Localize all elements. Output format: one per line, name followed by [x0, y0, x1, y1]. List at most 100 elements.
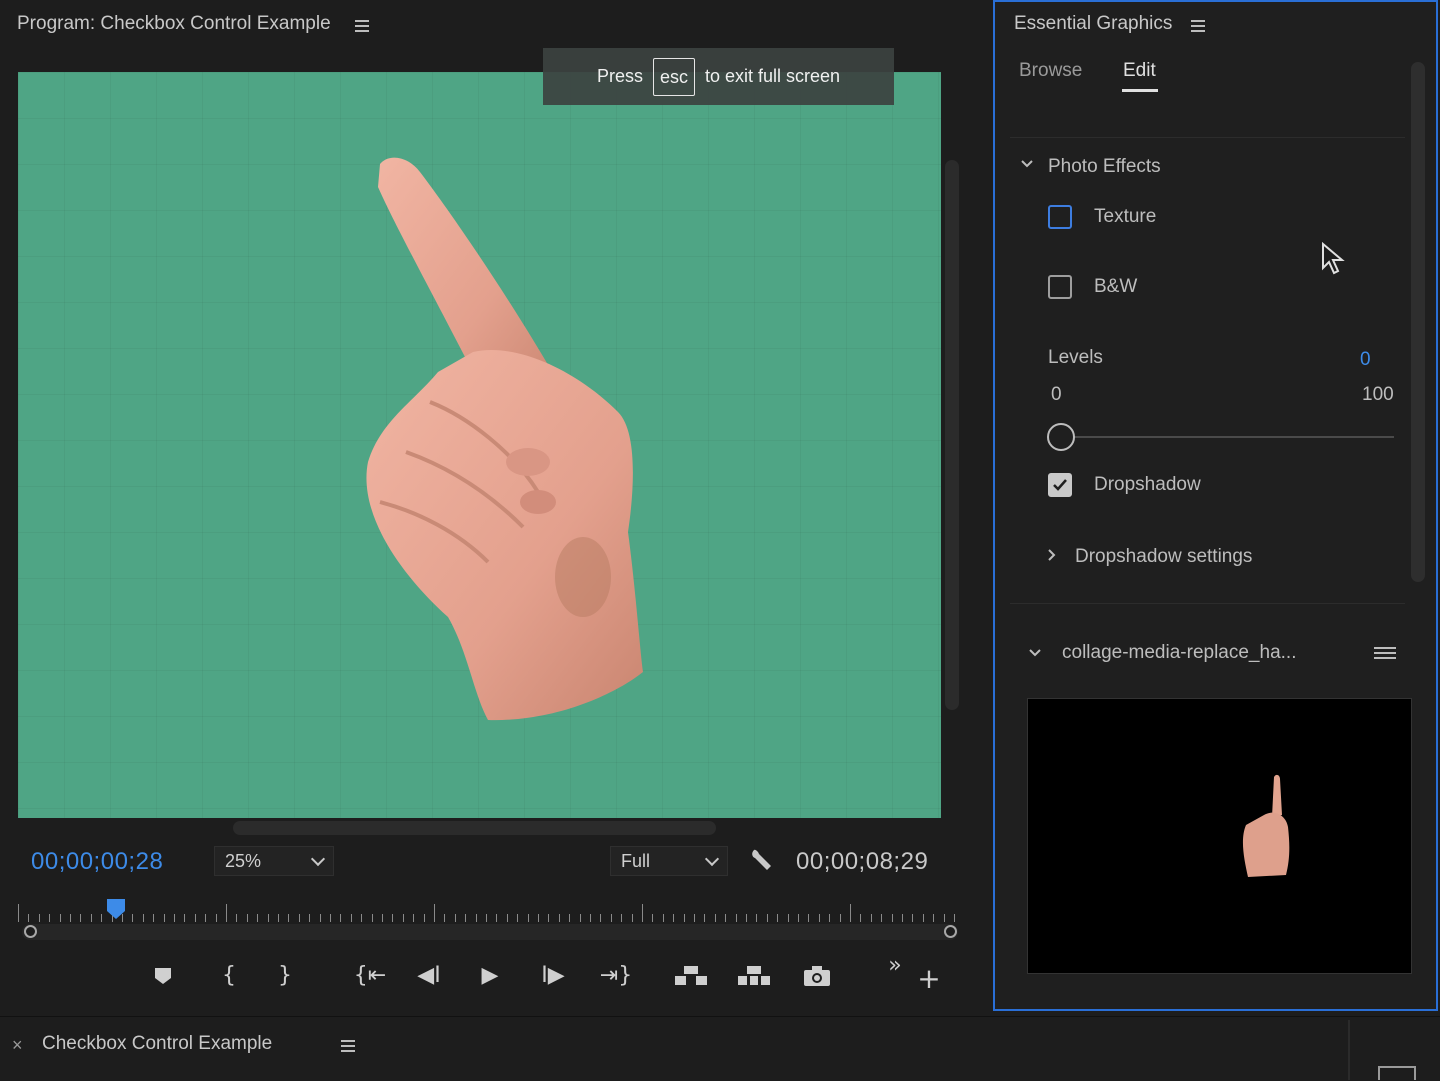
playhead-icon[interactable]: [106, 898, 126, 919]
ruler-tick: [808, 914, 810, 922]
ruler-tick: [434, 904, 435, 922]
bw-checkbox[interactable]: [1048, 275, 1072, 299]
eg-panel-title: Essential Graphics: [1014, 13, 1173, 34]
ruler-tick: [881, 914, 883, 922]
ruler-tick: [371, 914, 373, 922]
ruler-tick: [496, 914, 498, 922]
layer-preview-thumbnail[interactable]: [1027, 698, 1412, 974]
levels-min-label: 0: [1051, 384, 1062, 405]
chevron-right-icon[interactable]: [1046, 548, 1058, 567]
ruler-tick: [423, 914, 425, 922]
ruler-tick: [943, 914, 945, 922]
ruler-tick: [101, 914, 103, 922]
levels-label: Levels: [1048, 347, 1103, 368]
ruler-tick: [746, 914, 747, 922]
ruler-tick: [246, 914, 248, 922]
add-marker-button[interactable]: [146, 959, 180, 993]
tab-browse[interactable]: Browse: [1019, 60, 1082, 82]
levels-slider-track[interactable]: [1060, 436, 1394, 438]
layer-menu-icon[interactable]: [1374, 647, 1397, 659]
zoom-handle-left[interactable]: [24, 925, 37, 938]
go-to-in-button[interactable]: {⇤: [350, 959, 390, 993]
layer-name-label[interactable]: collage-media-replace_ha...: [1062, 642, 1296, 664]
ruler-tick: [548, 914, 550, 922]
program-vertical-scrollbar[interactable]: [945, 160, 959, 710]
texture-label: Texture: [1094, 206, 1157, 227]
program-panel-title: Program: Checkbox Control Example: [17, 13, 331, 34]
ruler-tick: [465, 914, 467, 922]
ruler-tick: [818, 914, 820, 922]
program-panel-menu-icon[interactable]: [355, 20, 369, 32]
mouse-cursor-icon: [1320, 241, 1346, 281]
zoom-dropdown[interactable]: 25%: [214, 846, 334, 876]
current-timecode[interactable]: 00;00;00;28: [31, 848, 163, 876]
ruler-tick: [475, 914, 477, 922]
ruler-tick: [444, 914, 446, 922]
ruler-tick: [288, 914, 290, 922]
more-controls-icon[interactable]: »: [878, 949, 912, 983]
tab-edit[interactable]: Edit: [1123, 60, 1156, 82]
step-back-button[interactable]: ◀I: [412, 959, 446, 993]
levels-value[interactable]: 0: [1360, 349, 1371, 371]
zoom-handle-right[interactable]: [944, 925, 957, 938]
ruler-tick: [642, 904, 643, 922]
texture-checkbox[interactable]: [1048, 205, 1072, 229]
duration-timecode: 00;00;08;29: [796, 848, 929, 875]
ruler-tick: [922, 914, 924, 922]
export-frame-camera-icon[interactable]: [800, 959, 834, 993]
chevron-down-icon[interactable]: [1020, 157, 1033, 169]
lift-button[interactable]: [674, 959, 708, 993]
ruler-tick: [725, 914, 727, 922]
photo-effects-label: Photo Effects: [1048, 156, 1161, 177]
timeline-menu-icon[interactable]: [340, 1040, 355, 1052]
extract-button[interactable]: [737, 959, 771, 993]
eg-vertical-scrollbar[interactable]: [1411, 62, 1425, 582]
button-editor-add-icon[interactable]: +: [912, 962, 946, 996]
settings-wrench-icon[interactable]: [748, 846, 776, 879]
ruler-tick: [205, 914, 207, 922]
ruler-tick: [38, 914, 40, 922]
eg-divider: [1010, 137, 1405, 138]
play-button[interactable]: ▶: [473, 959, 507, 993]
ruler-tick: [787, 914, 789, 922]
ruler-tick: [579, 914, 581, 922]
chevron-down-icon: [704, 851, 720, 867]
ruler-tick: [766, 914, 768, 922]
ruler-tick: [132, 914, 134, 922]
ruler-tick: [673, 914, 675, 922]
mark-out-button[interactable]: }: [268, 959, 302, 993]
ruler-tick: [350, 914, 352, 922]
program-horizontal-scrollbar[interactable]: [233, 821, 716, 835]
ruler-tick: [486, 914, 487, 922]
ruler-tick: [236, 914, 238, 922]
chevron-down-icon[interactable]: [1028, 646, 1042, 664]
dropshadow-checkbox[interactable]: [1048, 473, 1072, 497]
close-tab-icon[interactable]: ×: [12, 1035, 23, 1056]
timeline-tab-label[interactable]: Checkbox Control Example: [42, 1033, 272, 1055]
program-video-frame[interactable]: [18, 72, 941, 818]
eg-panel-menu-icon[interactable]: [1191, 20, 1205, 32]
mark-in-button[interactable]: {: [212, 959, 246, 993]
ruler-tick: [163, 914, 165, 922]
hand-image: [366, 157, 643, 721]
step-forward-button[interactable]: I▶: [536, 959, 570, 993]
resolution-dropdown[interactable]: Full: [610, 846, 728, 876]
ruler-tick: [142, 914, 144, 922]
time-ruler[interactable]: [18, 898, 962, 922]
ruler-tick: [330, 914, 331, 922]
ruler-tick: [298, 914, 300, 922]
ruler-tick: [538, 914, 539, 922]
zoom-scroll-bar[interactable]: [22, 924, 958, 940]
esc-key-badge: esc: [652, 57, 695, 96]
esc-banner-rest: to exit full screen: [704, 66, 841, 86]
ruler-tick: [777, 914, 779, 922]
ruler-tick: [454, 914, 456, 922]
workspace-layout-icon[interactable]: [1378, 1066, 1416, 1080]
ruler-tick: [319, 914, 321, 922]
ruler-tick: [850, 904, 851, 922]
levels-slider-handle[interactable]: [1047, 423, 1075, 451]
ruler-tick: [714, 914, 716, 922]
ruler-tick: [694, 914, 695, 922]
go-to-out-button[interactable]: ⇥}: [596, 959, 636, 993]
dropshadow-settings-label[interactable]: Dropshadow settings: [1075, 546, 1252, 568]
